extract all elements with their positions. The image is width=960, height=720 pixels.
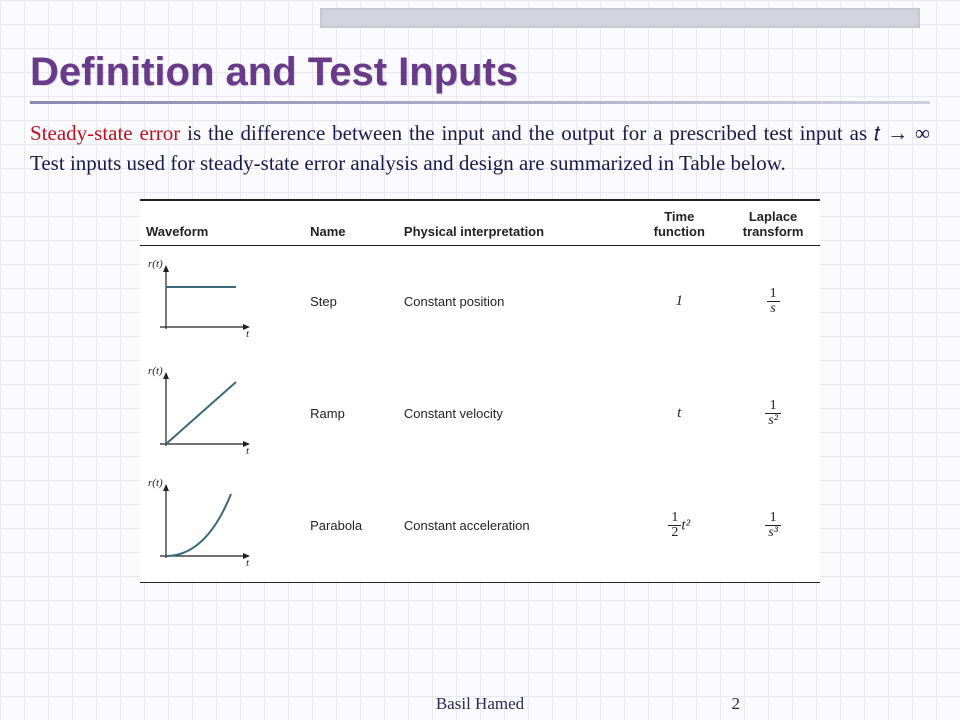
table-row: r(t) t Parabola Constant acceleration [140, 470, 820, 583]
col-name: Name [304, 200, 398, 246]
col-waveform: Waveform [140, 200, 304, 246]
svg-text:r(t): r(t) [148, 365, 163, 377]
waveform-ramp-icon: r(t) t [146, 364, 256, 464]
svg-text:t: t [246, 328, 250, 340]
page-number: 2 [732, 694, 741, 714]
row-interpretation: Constant position [398, 245, 632, 358]
row-time-fn: 1 2 [668, 511, 681, 541]
slide-title: Definition and Test Inputs [30, 50, 930, 95]
body-paragraph: Steady-state error is the difference bet… [30, 118, 930, 179]
svg-text:t: t [246, 445, 250, 457]
row-laplace: 1 s² [765, 399, 781, 429]
header-accent-bar [320, 8, 920, 28]
col-laplace: Laplace transform [726, 200, 820, 246]
row-name: Parabola [304, 470, 398, 583]
row-laplace: 1 s [767, 287, 780, 317]
row-name: Step [304, 245, 398, 358]
title-underline [30, 101, 930, 104]
col-time-function: Time function [632, 200, 726, 246]
footer-author: Basil Hamed [0, 694, 960, 714]
waveform-parabola-icon: r(t) t [146, 476, 256, 576]
row-time-fn: 1 [676, 293, 684, 309]
table-row: r(t) t Step Constant position 1 [140, 245, 820, 358]
term-highlight: Steady-state error [30, 121, 180, 145]
row-laplace: 1 s³ [765, 511, 781, 541]
row-interpretation: Constant velocity [398, 358, 632, 470]
svg-text:t: t [246, 557, 250, 569]
svg-text:r(t): r(t) [148, 477, 163, 489]
row-time-fn: t [677, 405, 681, 421]
svg-text:r(t): r(t) [148, 258, 163, 270]
table-row: r(t) t Ramp Constant velocity t [140, 358, 820, 470]
waveform-step-icon: r(t) t [146, 252, 256, 352]
row-name: Ramp [304, 358, 398, 470]
row-interpretation: Constant acceleration [398, 470, 632, 583]
test-inputs-table: Waveform Name Physical interpretation Ti… [140, 199, 820, 583]
col-interpretation: Physical interpretation [398, 200, 632, 246]
slide-content: Definition and Test Inputs Steady-state … [30, 50, 930, 700]
